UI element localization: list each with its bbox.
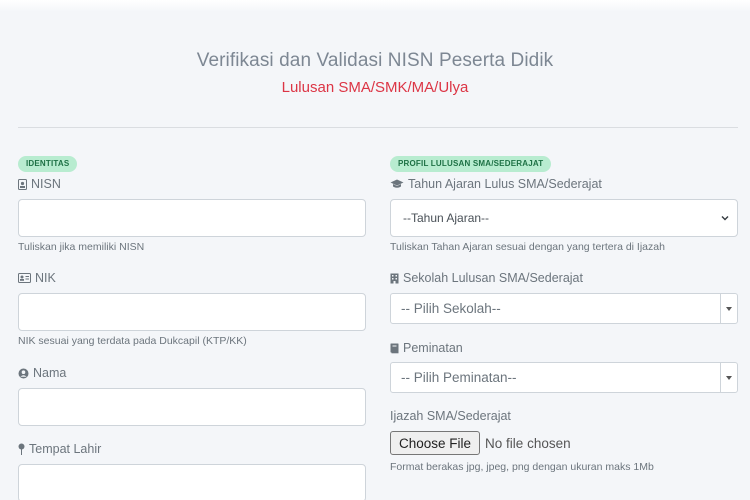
- tahun-ajaran-help: Tuliskan Tahan Ajaran sesuai dengan yang…: [390, 241, 665, 253]
- page-subtitle: Lulusan SMA/SMK/MA/Ulya: [281, 79, 469, 96]
- tahun-ajaran-selected: --Tahun Ajaran--: [403, 211, 490, 225]
- header-divider: [18, 127, 738, 128]
- nama-input[interactable]: [18, 388, 366, 426]
- nik-help: NIK sesuai yang terdata pada Dukcapil (K…: [18, 335, 247, 347]
- nisn-label: NISN: [18, 176, 61, 192]
- sekolah-label-text: Sekolah Lulusan SMA/Sederajat: [403, 271, 583, 285]
- book-icon: [390, 343, 399, 353]
- peminatan-select[interactable]: -- Pilih Peminatan--: [390, 362, 738, 393]
- nik-label-text: NIK: [35, 271, 56, 285]
- sekolah-select[interactable]: -- Pilih Sekolah--: [390, 293, 738, 324]
- nisn-input[interactable]: [18, 199, 366, 237]
- identitas-badge: IDENTITAS: [18, 156, 78, 172]
- nik-label: NIK: [18, 270, 56, 286]
- nisn-help: Tuliskan jika memiliki NISN: [18, 241, 145, 253]
- tempat-lahir-label-text: Tempat Lahir: [29, 442, 102, 456]
- tempat-lahir-input[interactable]: [18, 464, 366, 500]
- page-title: Verifikasi dan Validasi NISN Peserta Did…: [196, 50, 554, 71]
- page-header: Verifikasi dan Validasi NISN Peserta Did…: [0, 50, 750, 96]
- graduation-cap-icon: [390, 179, 404, 188]
- file-status: No file chosen: [485, 435, 571, 451]
- nama-label: Nama: [18, 365, 66, 381]
- id-badge-icon: [18, 178, 27, 190]
- peminatan-label-text: Peminatan: [403, 341, 463, 355]
- nisn-label-text: NISN: [31, 177, 61, 191]
- ijazah-help: Format berakas jpg, jpeg, png dengan uku…: [390, 461, 654, 473]
- map-pin-icon: [18, 443, 25, 455]
- choose-file-button[interactable]: Choose File: [390, 431, 481, 455]
- chevron-down-icon: [721, 216, 729, 221]
- tempat-lahir-label: Tempat Lahir: [18, 441, 101, 457]
- tahun-ajaran-select[interactable]: --Tahun Ajaran--: [390, 199, 738, 237]
- building-icon: [390, 273, 399, 283]
- nama-label-text: Nama: [33, 366, 67, 380]
- tahun-ajaran-label-text: Tahun Ajaran Lulus SMA/Sederajat: [408, 177, 602, 191]
- id-card-icon: [18, 273, 31, 283]
- select-separator: [720, 294, 721, 323]
- peminatan-label: Peminatan: [390, 340, 463, 356]
- nik-input[interactable]: [18, 293, 366, 331]
- sekolah-selected: -- Pilih Sekolah--: [401, 301, 501, 316]
- dropdown-arrow-icon: [726, 307, 732, 311]
- ijazah-label: Ijazah SMA/Sederajat: [390, 408, 511, 424]
- peminatan-selected: -- Pilih Peminatan--: [401, 370, 517, 385]
- dropdown-arrow-icon: [726, 376, 732, 380]
- profil-lulusan-badge: PROFIL LULUSAN SMA/SEDERAJAT: [390, 156, 552, 172]
- top-bar: [0, 0, 750, 12]
- ijazah-file-input[interactable]: Choose File No file chosen: [390, 431, 571, 455]
- tahun-ajaran-label: Tahun Ajaran Lulus SMA/Sederajat: [390, 176, 602, 192]
- sekolah-label: Sekolah Lulusan SMA/Sederajat: [390, 270, 583, 286]
- user-circle-icon: [18, 368, 29, 378]
- select-separator: [720, 363, 721, 392]
- ijazah-label-text: Ijazah SMA/Sederajat: [390, 409, 511, 423]
